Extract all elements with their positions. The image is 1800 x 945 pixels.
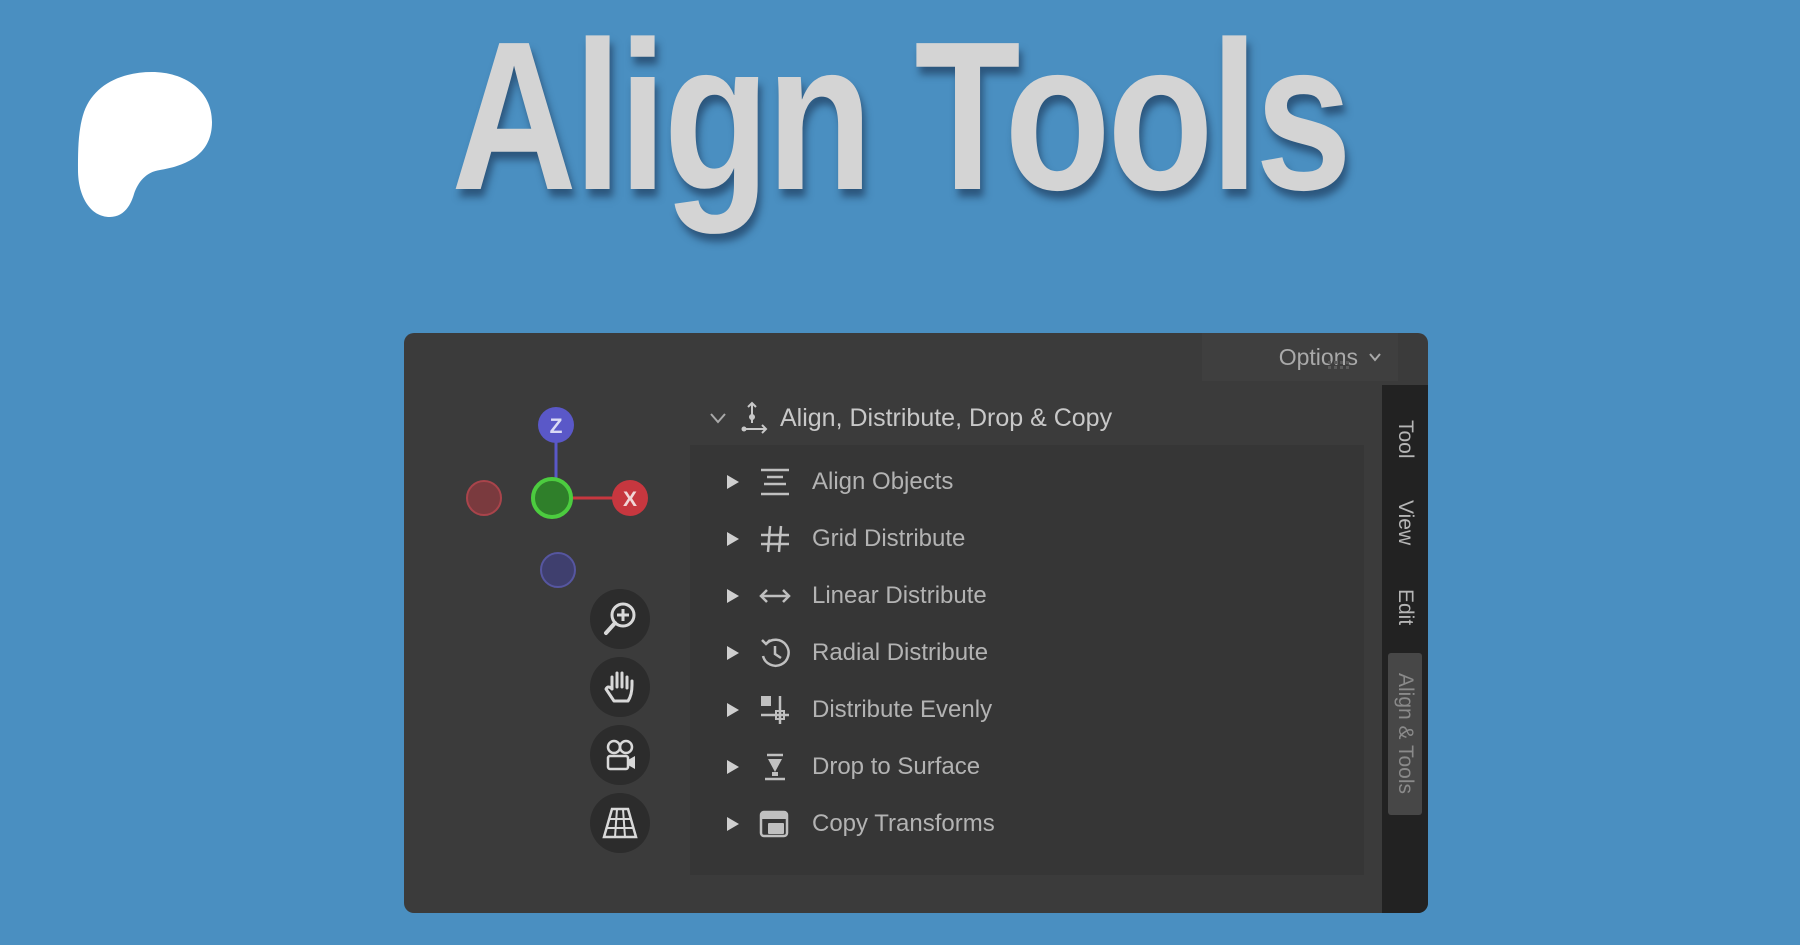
subpanel-copy-transforms[interactable]: Copy Transforms xyxy=(690,795,1364,852)
subpanel-linear-distribute[interactable]: Linear Distribute xyxy=(690,567,1364,624)
y-axis-handle[interactable] xyxy=(531,477,573,519)
linear-distribute-icon xyxy=(759,588,791,603)
item-label: Distribute Evenly xyxy=(812,695,993,723)
chevron-down-icon xyxy=(710,413,726,424)
pan-button[interactable] xyxy=(590,657,650,717)
grid-perspective-icon xyxy=(602,807,638,839)
item-label: Align Objects xyxy=(812,467,954,495)
section-body: Align Objects Grid Distribute Linear Dis… xyxy=(690,445,1364,875)
tab-label: Align & Tools xyxy=(1394,673,1417,795)
sidebar-tabs: Tool View Edit Align & Tools xyxy=(1382,385,1428,913)
camera-view-button[interactable] xyxy=(590,725,650,785)
navigation-gizmo[interactable]: Z X xyxy=(404,333,664,593)
triangle-right-icon xyxy=(727,702,739,717)
tab-label: View xyxy=(1394,500,1417,546)
blender-n-panel: Options Z X Align, Distribute, Drop & Co… xyxy=(404,333,1428,913)
z-axis-label: Z xyxy=(550,415,563,438)
tab-view[interactable]: View xyxy=(1388,487,1422,559)
triangle-right-icon xyxy=(727,474,739,489)
copy-transforms-icon xyxy=(759,810,789,837)
subpanel-distribute-evenly[interactable]: Distribute Evenly xyxy=(690,681,1364,738)
triangle-right-icon xyxy=(727,759,739,774)
subpanel-grid-distribute[interactable]: Grid Distribute xyxy=(690,510,1364,567)
item-label: Copy Transforms xyxy=(812,809,995,837)
hand-icon xyxy=(604,671,634,703)
camera-icon xyxy=(606,739,635,771)
banner-title: Align Tools xyxy=(451,0,1352,234)
section-title: Align, Distribute, Drop & Copy xyxy=(780,403,1113,432)
item-label: Grid Distribute xyxy=(812,524,966,552)
tab-align-and-tools[interactable]: Align & Tools xyxy=(1388,653,1422,815)
subpanel-align-objects[interactable]: Align Objects xyxy=(690,453,1364,510)
triangle-right-icon xyxy=(727,588,739,603)
tab-label: Tool xyxy=(1394,419,1417,459)
tab-label: Edit xyxy=(1394,588,1417,626)
item-label: Radial Distribute xyxy=(812,638,989,666)
grid-distribute-icon xyxy=(761,525,789,552)
zoom-icon xyxy=(604,602,636,635)
drop-to-surface-icon xyxy=(765,753,785,780)
radial-distribute-icon xyxy=(761,638,790,667)
neg-x-axis-handle[interactable] xyxy=(466,480,502,516)
options-dropdown[interactable]: Options xyxy=(1202,333,1398,381)
triangle-right-icon xyxy=(727,645,739,660)
zoom-button[interactable] xyxy=(590,589,650,649)
distribute-evenly-icon xyxy=(761,695,789,724)
triangle-right-icon xyxy=(727,816,739,831)
chevron-down-icon xyxy=(1369,353,1381,362)
tab-tool[interactable]: Tool xyxy=(1388,403,1422,475)
align-distribute-icon xyxy=(741,401,768,434)
perspective-toggle-button[interactable] xyxy=(590,793,650,853)
x-axis-label: X xyxy=(623,488,637,511)
subpanel-radial-distribute[interactable]: Radial Distribute xyxy=(690,624,1364,681)
align-objects-icon xyxy=(761,468,789,495)
item-label: Linear Distribute xyxy=(812,581,987,609)
tab-edit[interactable]: Edit xyxy=(1388,571,1422,643)
triangle-right-icon xyxy=(727,531,739,546)
subpanel-drop-to-surface[interactable]: Drop to Surface xyxy=(690,738,1364,795)
item-label: Drop to Surface xyxy=(812,752,981,780)
drag-grip-icon[interactable] xyxy=(1328,360,1354,370)
section-header[interactable]: Align, Distribute, Drop & Copy xyxy=(700,395,1380,441)
neg-z-axis-handle[interactable] xyxy=(540,552,576,588)
